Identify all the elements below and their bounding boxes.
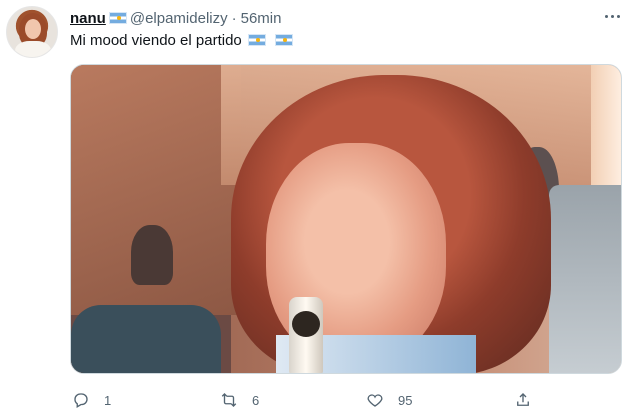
reply-button[interactable]: 1 [72,388,111,412]
tweet-media-image[interactable] [70,64,622,374]
share-button[interactable] [514,388,546,412]
more-icon [604,14,608,18]
argentina-flag-icon [275,34,294,46]
image-bottle-label [292,311,320,337]
tweet-card: nanu @elpamidelizy · 56min Mi mood viend… [0,0,640,420]
image-sleeping-passenger [71,305,221,373]
tweet-text-content: Mi mood viendo el partido [70,32,242,49]
tweet-text: Mi mood viendo el partido [70,32,296,49]
tweet-timestamp[interactable]: 56min [241,10,282,27]
avatar-body [15,41,51,57]
retweet-count: 6 [252,392,260,408]
avatar[interactable] [6,6,58,58]
retweet-icon [221,393,237,407]
reply-icon [74,393,88,408]
author-handle[interactable]: @elpamidelizy [130,10,228,27]
argentina-flag-icon [108,12,127,24]
share-icon [517,393,529,406]
reply-count: 1 [104,392,112,408]
tweet-header: nanu @elpamidelizy · 56min [70,8,281,28]
image-right-seat [549,185,621,373]
avatar-face [25,19,41,39]
image-background-passenger [131,225,173,285]
like-icon [367,394,383,407]
like-button[interactable]: 95 [366,388,412,412]
argentina-flag-icon [247,34,266,46]
more-options-button[interactable] [600,6,624,26]
header-separator: · [231,9,237,27]
tweet-actions: 1 6 95 [70,388,630,412]
author-name[interactable]: nanu [70,10,106,27]
like-count: 95 [398,392,413,408]
retweet-button[interactable]: 6 [220,388,259,412]
